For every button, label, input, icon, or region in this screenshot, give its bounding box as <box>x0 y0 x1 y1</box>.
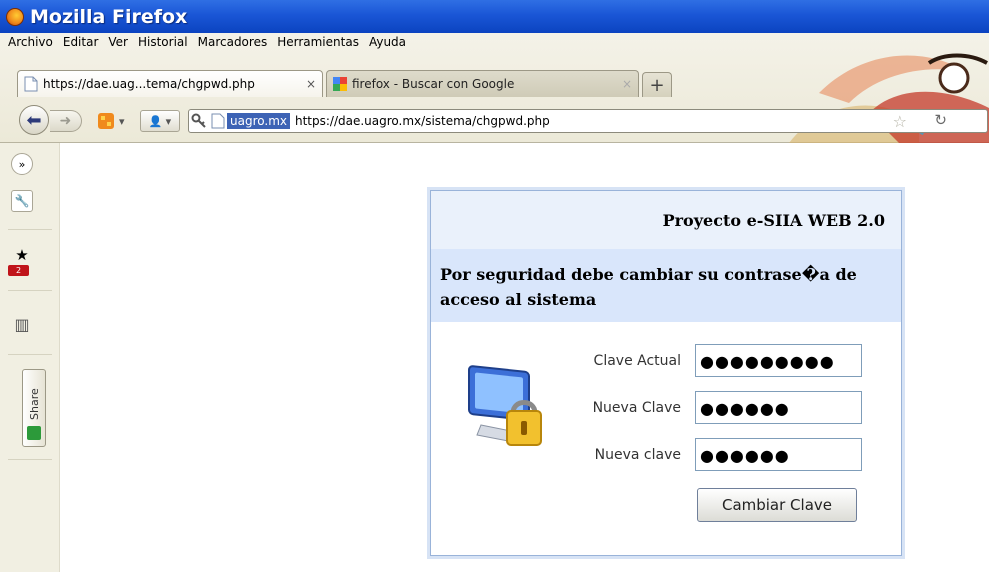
computer-lock-icon <box>468 365 542 446</box>
share-label: Share <box>28 388 41 420</box>
bookmark-star-icon[interactable]: ☆ <box>893 112 907 131</box>
dropdown-arrow-icon: ▾ <box>165 114 172 128</box>
share-icon <box>27 426 41 440</box>
divider <box>8 229 52 230</box>
new-password-label: Nueva Clave <box>592 400 681 416</box>
panel-title: Proyecto e-SIIA WEB 2.0 <box>431 191 901 249</box>
current-password-input[interactable]: ●●●●●●●●● <box>695 344 862 377</box>
forward-button[interactable]: ➜ <box>50 110 82 132</box>
menu-marcadores[interactable]: Marcadores <box>193 35 273 49</box>
menu-herramientas[interactable]: Herramientas <box>272 35 364 49</box>
divider <box>8 290 52 291</box>
domain-badge: uagro.mx <box>227 113 290 129</box>
url-bar[interactable]: uagro.mx https://dae.uagro.mx/sistema/ch… <box>188 109 988 133</box>
menu-editar[interactable]: Editar <box>58 35 104 49</box>
site-identity[interactable]: uagro.mx <box>191 111 290 131</box>
navigation-bar: ⬅ ➜ ▾ 👤 ▾ uagro.mx https://dae.uagro.mx/… <box>0 100 989 138</box>
menu-archivo[interactable]: Archivo <box>3 35 58 49</box>
menu-bar: Archivo Editar Ver Historial Marcadores … <box>0 33 989 71</box>
notification-count-badge: 2 <box>8 265 29 276</box>
divider <box>8 459 52 460</box>
confirm-password-input[interactable]: ●●●●●● <box>695 438 862 471</box>
dropdown-arrow-icon: ▾ <box>119 114 125 128</box>
back-button[interactable]: ⬅ <box>19 105 49 135</box>
key-icon <box>191 113 206 128</box>
tab-close-icon[interactable]: × <box>306 77 316 91</box>
panel-icon[interactable]: ▥ <box>11 313 33 335</box>
addon-button[interactable]: ▾ <box>96 110 125 132</box>
firefox-logo-icon <box>6 7 24 26</box>
tab-strip: https://dae.uag...tema/chgpwd.php × fire… <box>0 70 672 97</box>
wrench-icon[interactable]: 🔧 <box>11 190 33 212</box>
confirm-password-label: Nueva clave <box>594 447 681 463</box>
menu-ver[interactable]: Ver <box>103 35 133 49</box>
new-tab-button[interactable]: + <box>642 72 672 97</box>
window-title-bar: Mozilla Firefox <box>0 0 989 33</box>
current-password-label: Clave Actual <box>593 353 681 369</box>
puzzle-icon <box>98 113 114 129</box>
tab-google-search[interactable]: firefox - Buscar con Google × <box>326 70 639 97</box>
change-password-button[interactable]: Cambiar Clave <box>697 488 857 522</box>
menu-ayuda[interactable]: Ayuda <box>364 35 411 49</box>
forward-arrow-icon: ➜ <box>59 113 72 129</box>
change-password-panel: Proyecto e-SIIA WEB 2.0 Por seguridad de… <box>427 187 905 559</box>
panel-inner: Proyecto e-SIIA WEB 2.0 Por seguridad de… <box>430 190 902 556</box>
url-text[interactable]: https://dae.uagro.mx/sistema/chgpwd.php <box>295 114 550 128</box>
security-message: Por seguridad debe cambiar su contrase�a… <box>431 249 901 322</box>
page-icon <box>24 76 38 92</box>
new-password-input[interactable]: ●●●●●● <box>695 391 862 424</box>
person-icon: 👤 <box>148 114 163 128</box>
tab-chgpwd[interactable]: https://dae.uag...tema/chgpwd.php × <box>17 70 323 97</box>
tab-label: firefox - Buscar con Google <box>352 77 515 91</box>
tab-label: https://dae.uag...tema/chgpwd.php <box>43 77 255 91</box>
page-icon <box>211 113 225 129</box>
chevron-expand-icon[interactable]: » <box>11 153 33 175</box>
back-arrow-icon: ⬅ <box>26 109 42 131</box>
share-button[interactable]: Share <box>22 369 46 447</box>
menu-historial[interactable]: Historial <box>133 35 193 49</box>
profile-menu-button[interactable]: 👤 ▾ <box>140 110 180 132</box>
divider <box>8 354 52 355</box>
notifications-icon[interactable]: ★ <box>11 244 33 266</box>
sidebar-toolbar: » 🔧 ★ 2 ▥ Share <box>0 143 60 572</box>
tab-close-icon[interactable]: × <box>622 77 632 91</box>
google-icon <box>333 77 347 91</box>
reload-icon[interactable]: ↻ <box>934 111 947 129</box>
window-title: Mozilla Firefox <box>30 5 188 28</box>
